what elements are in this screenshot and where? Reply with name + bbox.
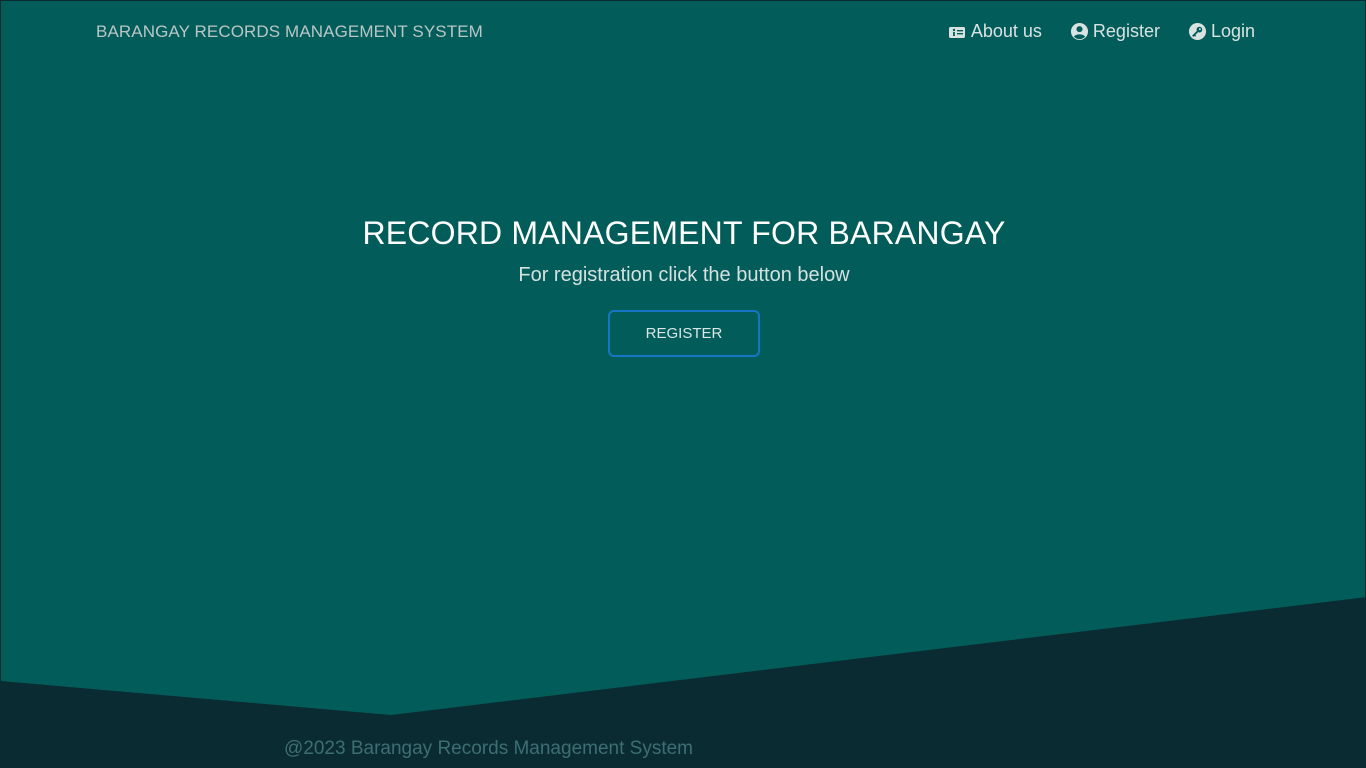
nav-about-us-link[interactable]: About us	[948, 21, 1042, 42]
hero-title: RECORD MANAGEMENT FOR BARANGAY	[362, 215, 1006, 251]
nav-register-label: Register	[1092, 21, 1160, 41]
nav-links: About us Register Login	[948, 21, 1255, 42]
brand-title[interactable]: BARANGAY RECORDS MANAGEMENT SYSTEM	[96, 22, 483, 42]
hero-subtitle: For registration click the button below	[518, 264, 850, 286]
nav-register-link[interactable]: Register	[1070, 21, 1160, 42]
user-circle-icon	[1070, 22, 1089, 41]
key-icon	[1188, 22, 1207, 41]
hero-section: RECORD MANAGEMENT FOR BARANGAY For regis…	[1, 215, 1366, 357]
register-button[interactable]: REGISTER	[608, 310, 760, 357]
navbar: BARANGAY RECORDS MANAGEMENT SYSTEM About…	[1, 1, 1366, 65]
info-card-icon	[948, 22, 967, 41]
nav-about-us-label: About us	[970, 21, 1042, 41]
nav-login-label: Login	[1210, 21, 1255, 41]
nav-login-link[interactable]: Login	[1188, 21, 1255, 42]
footer-copyright: @2023 Barangay Records Management System	[284, 738, 694, 759]
